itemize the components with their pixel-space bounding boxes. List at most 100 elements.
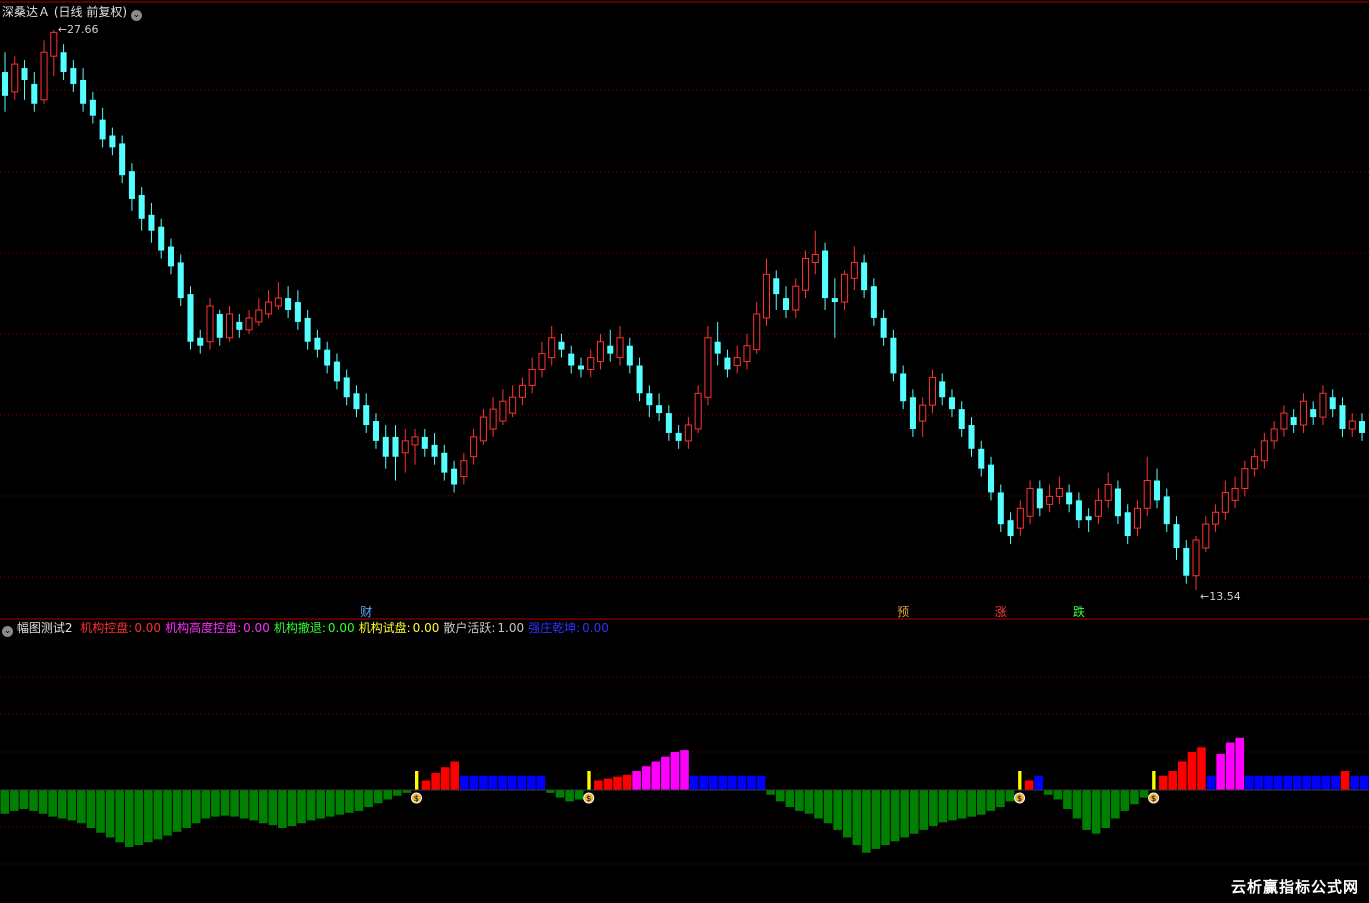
- candle-body: [401, 440, 409, 454]
- indicator-bar: [1245, 775, 1254, 790]
- indicator-bar: [1111, 790, 1120, 819]
- candle-body: [1251, 456, 1259, 470]
- indicator-bar: [268, 790, 278, 826]
- candle-body: [987, 464, 995, 493]
- candle-body: [811, 253, 819, 263]
- candle-body: [636, 365, 643, 394]
- candle-body: [1241, 468, 1249, 489]
- indicator-bar: [766, 790, 775, 795]
- indicator-bar: [460, 775, 469, 790]
- indicator-bar: [415, 771, 419, 790]
- candle-body: [1143, 480, 1151, 509]
- candle-body: [694, 392, 702, 430]
- indicator-bar: [1072, 790, 1082, 819]
- indicator-bar: [48, 790, 57, 817]
- indicator-field-label: 强庄乾坤:: [528, 621, 581, 635]
- indicator-bar: [1034, 775, 1044, 790]
- candle-body: [724, 357, 731, 370]
- candle-body: [421, 436, 428, 449]
- candle-body: [1007, 520, 1014, 537]
- indicator-name: 幅图测试2: [16, 621, 73, 635]
- candle-body: [909, 397, 916, 429]
- main-panel-header: 深桑达Ａ (日线 前复权) ⌄: [2, 5, 142, 21]
- candle-body: [802, 257, 810, 291]
- candle-body: [1026, 487, 1034, 517]
- indicator-panel-header: ⌄ 幅图测试2 机构控盘: 0.00 机构高度控盘: 0.00 机构撤退: 0.00 机构试…: [2, 621, 609, 637]
- candle-body: [431, 444, 438, 457]
- indicator-bar: [587, 771, 591, 790]
- candle-body: [40, 51, 48, 101]
- indicator-field-value: 0.00: [134, 621, 162, 635]
- signal-marker: 涨: [995, 604, 1007, 619]
- indicator-bar: [306, 790, 316, 821]
- indicator-bar: [19, 790, 29, 809]
- indicator-bar: [191, 790, 201, 824]
- candle-body: [1075, 500, 1082, 521]
- indicator-bar: [1063, 790, 1072, 809]
- indicator-bar: [373, 790, 383, 804]
- stock-name: 深桑达Ａ: [2, 5, 51, 19]
- candle-body: [1202, 523, 1210, 549]
- indicator-bar: [708, 775, 718, 790]
- indicator-bar: [1187, 752, 1197, 790]
- indicator-bar: [632, 771, 641, 790]
- indicator-bar: [29, 790, 38, 811]
- chevron-down-icon[interactable]: ⌄: [2, 626, 13, 637]
- candle-body: [1221, 491, 1229, 513]
- candle-body: [479, 416, 487, 442]
- indicator-bar: [622, 774, 632, 790]
- candle-body: [206, 305, 214, 343]
- candle-body: [714, 341, 721, 354]
- max-price-label: ←27.66: [58, 23, 99, 36]
- indicator-bar: [115, 790, 124, 843]
- indicator-bar: [230, 790, 239, 817]
- indicator-bar: [287, 790, 297, 827]
- candle-body: [831, 298, 838, 303]
- kline-chart[interactable]: ←27.66 ←13.54 财 预 涨 跌 $ $ $ $: [0, 0, 1369, 903]
- indicator-bar: [354, 790, 364, 811]
- candle-body: [1173, 524, 1180, 548]
- candle-body: [762, 273, 771, 319]
- indicator-bar: [603, 778, 613, 790]
- candle-body: [919, 404, 927, 422]
- chevron-down-icon[interactable]: ⌄: [130, 10, 142, 21]
- candle-body: [148, 214, 155, 231]
- candle-body: [304, 317, 311, 342]
- indicator-bar: [1225, 742, 1235, 790]
- money-bag-icon-glyph: $: [1017, 794, 1022, 803]
- indicator-bar: [574, 790, 584, 800]
- indicator-bar: [756, 775, 766, 790]
- indicator-bar: [957, 790, 967, 819]
- candle-body: [1133, 507, 1141, 529]
- candle-body: [665, 413, 672, 433]
- candle-body: [60, 52, 67, 73]
- indicator-bar: [1152, 771, 1156, 790]
- candle-body: [1, 72, 9, 96]
- candle-body: [1310, 409, 1317, 418]
- candle-body: [285, 298, 292, 310]
- indicator-bar: [1321, 775, 1331, 790]
- candle-body: [1066, 492, 1073, 505]
- indicator-bar: [1312, 775, 1321, 790]
- candle-body: [333, 361, 340, 382]
- candle-body: [1163, 496, 1170, 525]
- candle-body: [733, 357, 741, 367]
- indicator-bar: [211, 790, 220, 817]
- indicator-bar: [833, 790, 842, 830]
- indicator-bar: [909, 790, 919, 834]
- candle-body: [616, 337, 624, 359]
- indicator-bar: [1206, 775, 1216, 790]
- indicator-bar: [661, 756, 670, 790]
- candle-body: [568, 353, 575, 366]
- candle-body: [245, 317, 253, 331]
- candle-body: [158, 226, 165, 251]
- indicator-bar: [77, 790, 86, 824]
- indicator-bar: [862, 790, 871, 853]
- candle-body: [850, 261, 858, 279]
- candle-body: [782, 298, 790, 310]
- candle-body: [978, 448, 985, 469]
- candle-body: [470, 436, 478, 458]
- candle-body: [255, 309, 263, 323]
- indicator-bar: [297, 790, 306, 824]
- indicator-bar: [1273, 775, 1283, 790]
